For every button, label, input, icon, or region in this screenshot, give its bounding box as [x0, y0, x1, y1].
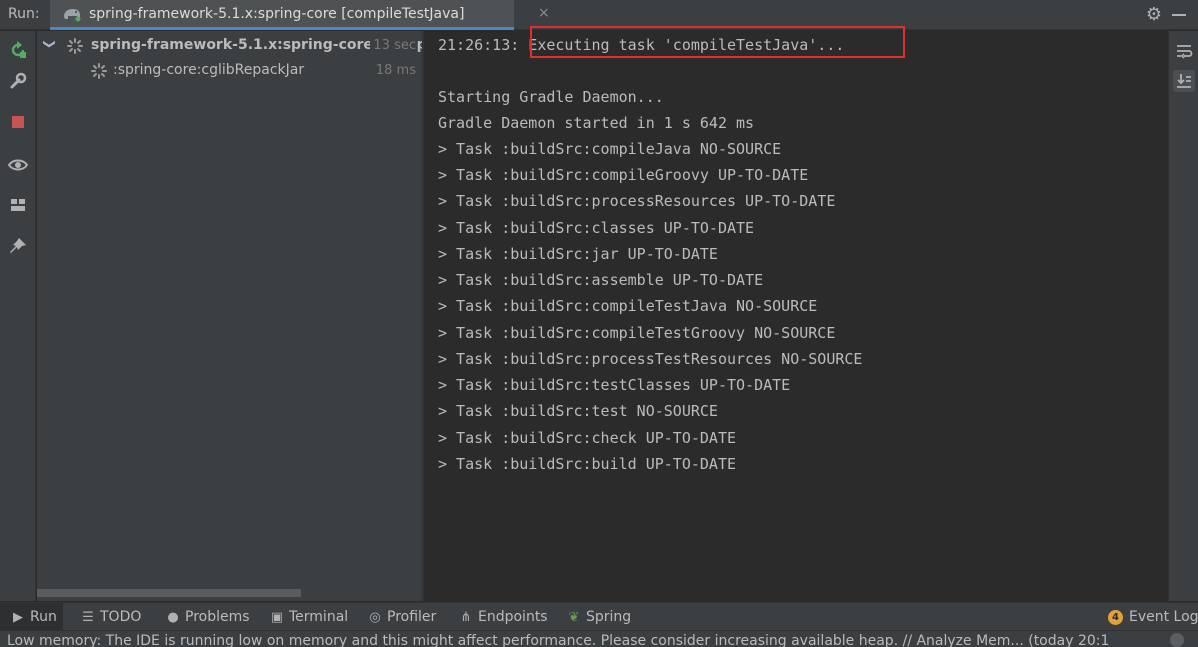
- run-label: Run:: [8, 6, 40, 22]
- console-right-toolbar: [1168, 31, 1198, 601]
- console-line: Starting Gradle Daemon...: [438, 88, 664, 106]
- build-tree-panel: ❯ spring-framework-5.1.x:spring-core [co…: [37, 31, 518, 601]
- low-memory-warning[interactable]: Low memory: The IDE is running low on me…: [7, 631, 1109, 647]
- layout-icon[interactable]: [8, 195, 28, 215]
- tree-root-time: 13 sec: [370, 38, 416, 53]
- tab-event-log-label: Event Log: [1129, 609, 1198, 625]
- console-line: > Task :buildSrc:jar UP-TO-DATE: [438, 245, 718, 263]
- tab-todo-label: TODO: [100, 609, 142, 625]
- console-line: > Task :buildSrc:processTestResources NO…: [438, 350, 863, 368]
- rerun-icon[interactable]: [8, 40, 28, 60]
- spinner-icon: [91, 63, 107, 79]
- tab-profiler-label: Profiler: [387, 609, 437, 625]
- console-output[interactable]: 21:26:13: Executing task 'compileTestJav…: [424, 31, 1168, 601]
- tab-problems[interactable]: ● Problems: [165, 603, 250, 631]
- tab-profiler[interactable]: ◎ Profiler: [367, 603, 436, 631]
- tab-todo[interactable]: ☰ TODO: [80, 603, 141, 631]
- run-icon: ▶: [13, 610, 23, 625]
- tool-window-bar: ▶ Run ☰ TODO ● Problems ▣ Terminal ◎ Profiler…: [0, 602, 1198, 631]
- status-indicator-icon[interactable]: [1170, 633, 1184, 647]
- tab-run[interactable]: ▶ Run: [0, 603, 63, 631]
- tab-problems-label: Problems: [185, 609, 250, 625]
- tab-terminal-label: Terminal: [289, 609, 349, 625]
- run-left-toolbar: [0, 31, 36, 601]
- console-line: > Task :buildSrc:testClasses UP-TO-DATE: [438, 376, 791, 394]
- tree-child-name: :spring-core:cglibRepackJar: [113, 62, 305, 78]
- minimize-icon[interactable]: [1172, 14, 1186, 16]
- console-line: > Task :buildSrc:classes UP-TO-DATE: [438, 219, 755, 237]
- eye-icon[interactable]: [8, 155, 28, 175]
- gradle-elephant-icon: [64, 9, 81, 22]
- tab-endpoints[interactable]: ⋔ Endpoints: [458, 603, 548, 631]
- wrench-icon[interactable]: [8, 71, 28, 91]
- tab-run-label: Run: [30, 609, 57, 625]
- console-line: > Task :buildSrc:test NO-SOURCE: [438, 402, 718, 420]
- tree-horizontal-scrollbar[interactable]: [37, 589, 301, 597]
- console-line: > Task :buildSrc:build UP-TO-DATE: [438, 455, 737, 473]
- console-line: > Task :buildSrc:check UP-TO-DATE: [438, 429, 737, 447]
- console-line: > Task :buildSrc:compileGroovy UP-TO-DAT…: [438, 166, 809, 184]
- tab-event-log[interactable]: 4 Event Log: [1108, 603, 1198, 631]
- highlight-annotation: [530, 26, 905, 58]
- console-line: > Task :buildSrc:compileTestJava NO-SOUR…: [438, 297, 818, 315]
- tab-spring-label: Spring: [586, 609, 632, 625]
- status-bar: Low memory: The IDE is running low on me…: [0, 630, 1198, 647]
- tree-row-child[interactable]: :spring-core:cglibRepackJar 18 ms: [37, 59, 422, 83]
- run-config-tab[interactable]: spring-framework-5.1.x:spring-core [comp…: [50, 0, 550, 30]
- tab-spring[interactable]: ❦ Spring: [566, 603, 632, 631]
- tree-child-time: 18 ms: [372, 63, 416, 78]
- spinner-icon: [67, 38, 83, 54]
- profiler-icon: ◎: [369, 610, 381, 625]
- pin-icon[interactable]: [8, 236, 28, 256]
- todo-list-icon: ☰: [82, 610, 94, 625]
- console-line: > Task :buildSrc:processResources UP-TO-…: [438, 192, 836, 210]
- spring-leaf-icon: ❦: [568, 610, 580, 625]
- console-line: > Task :buildSrc:compileJava NO-SOURCE: [438, 140, 782, 158]
- console-line: > Task :buildSrc:assemble UP-TO-DATE: [438, 271, 764, 289]
- settings-gear-icon[interactable]: ⚙: [1144, 5, 1164, 25]
- scroll-to-end-icon[interactable]: [1173, 70, 1195, 92]
- endpoints-icon: ⋔: [460, 610, 472, 625]
- run-tab-title: spring-framework-5.1.x:spring-core [comp…: [89, 6, 465, 22]
- tree-row-root[interactable]: ❯ spring-framework-5.1.x:spring-core [co…: [37, 34, 518, 58]
- soft-wrap-icon[interactable]: [1173, 40, 1195, 62]
- terminal-icon: ▣: [270, 610, 284, 625]
- event-count-badge: 4: [1108, 610, 1123, 625]
- console-line: Gradle Daemon started in 1 s 642 ms: [438, 114, 755, 132]
- stop-icon[interactable]: [8, 112, 28, 132]
- expand-arrow-icon[interactable]: ❯: [43, 39, 57, 49]
- close-tab-icon[interactable]: ×: [538, 5, 550, 21]
- console-line: > Task :buildSrc:compileTestGroovy NO-SO…: [438, 324, 836, 342]
- problems-icon: ●: [167, 610, 179, 625]
- tab-endpoints-label: Endpoints: [478, 609, 548, 625]
- tab-terminal[interactable]: ▣ Terminal: [269, 603, 348, 631]
